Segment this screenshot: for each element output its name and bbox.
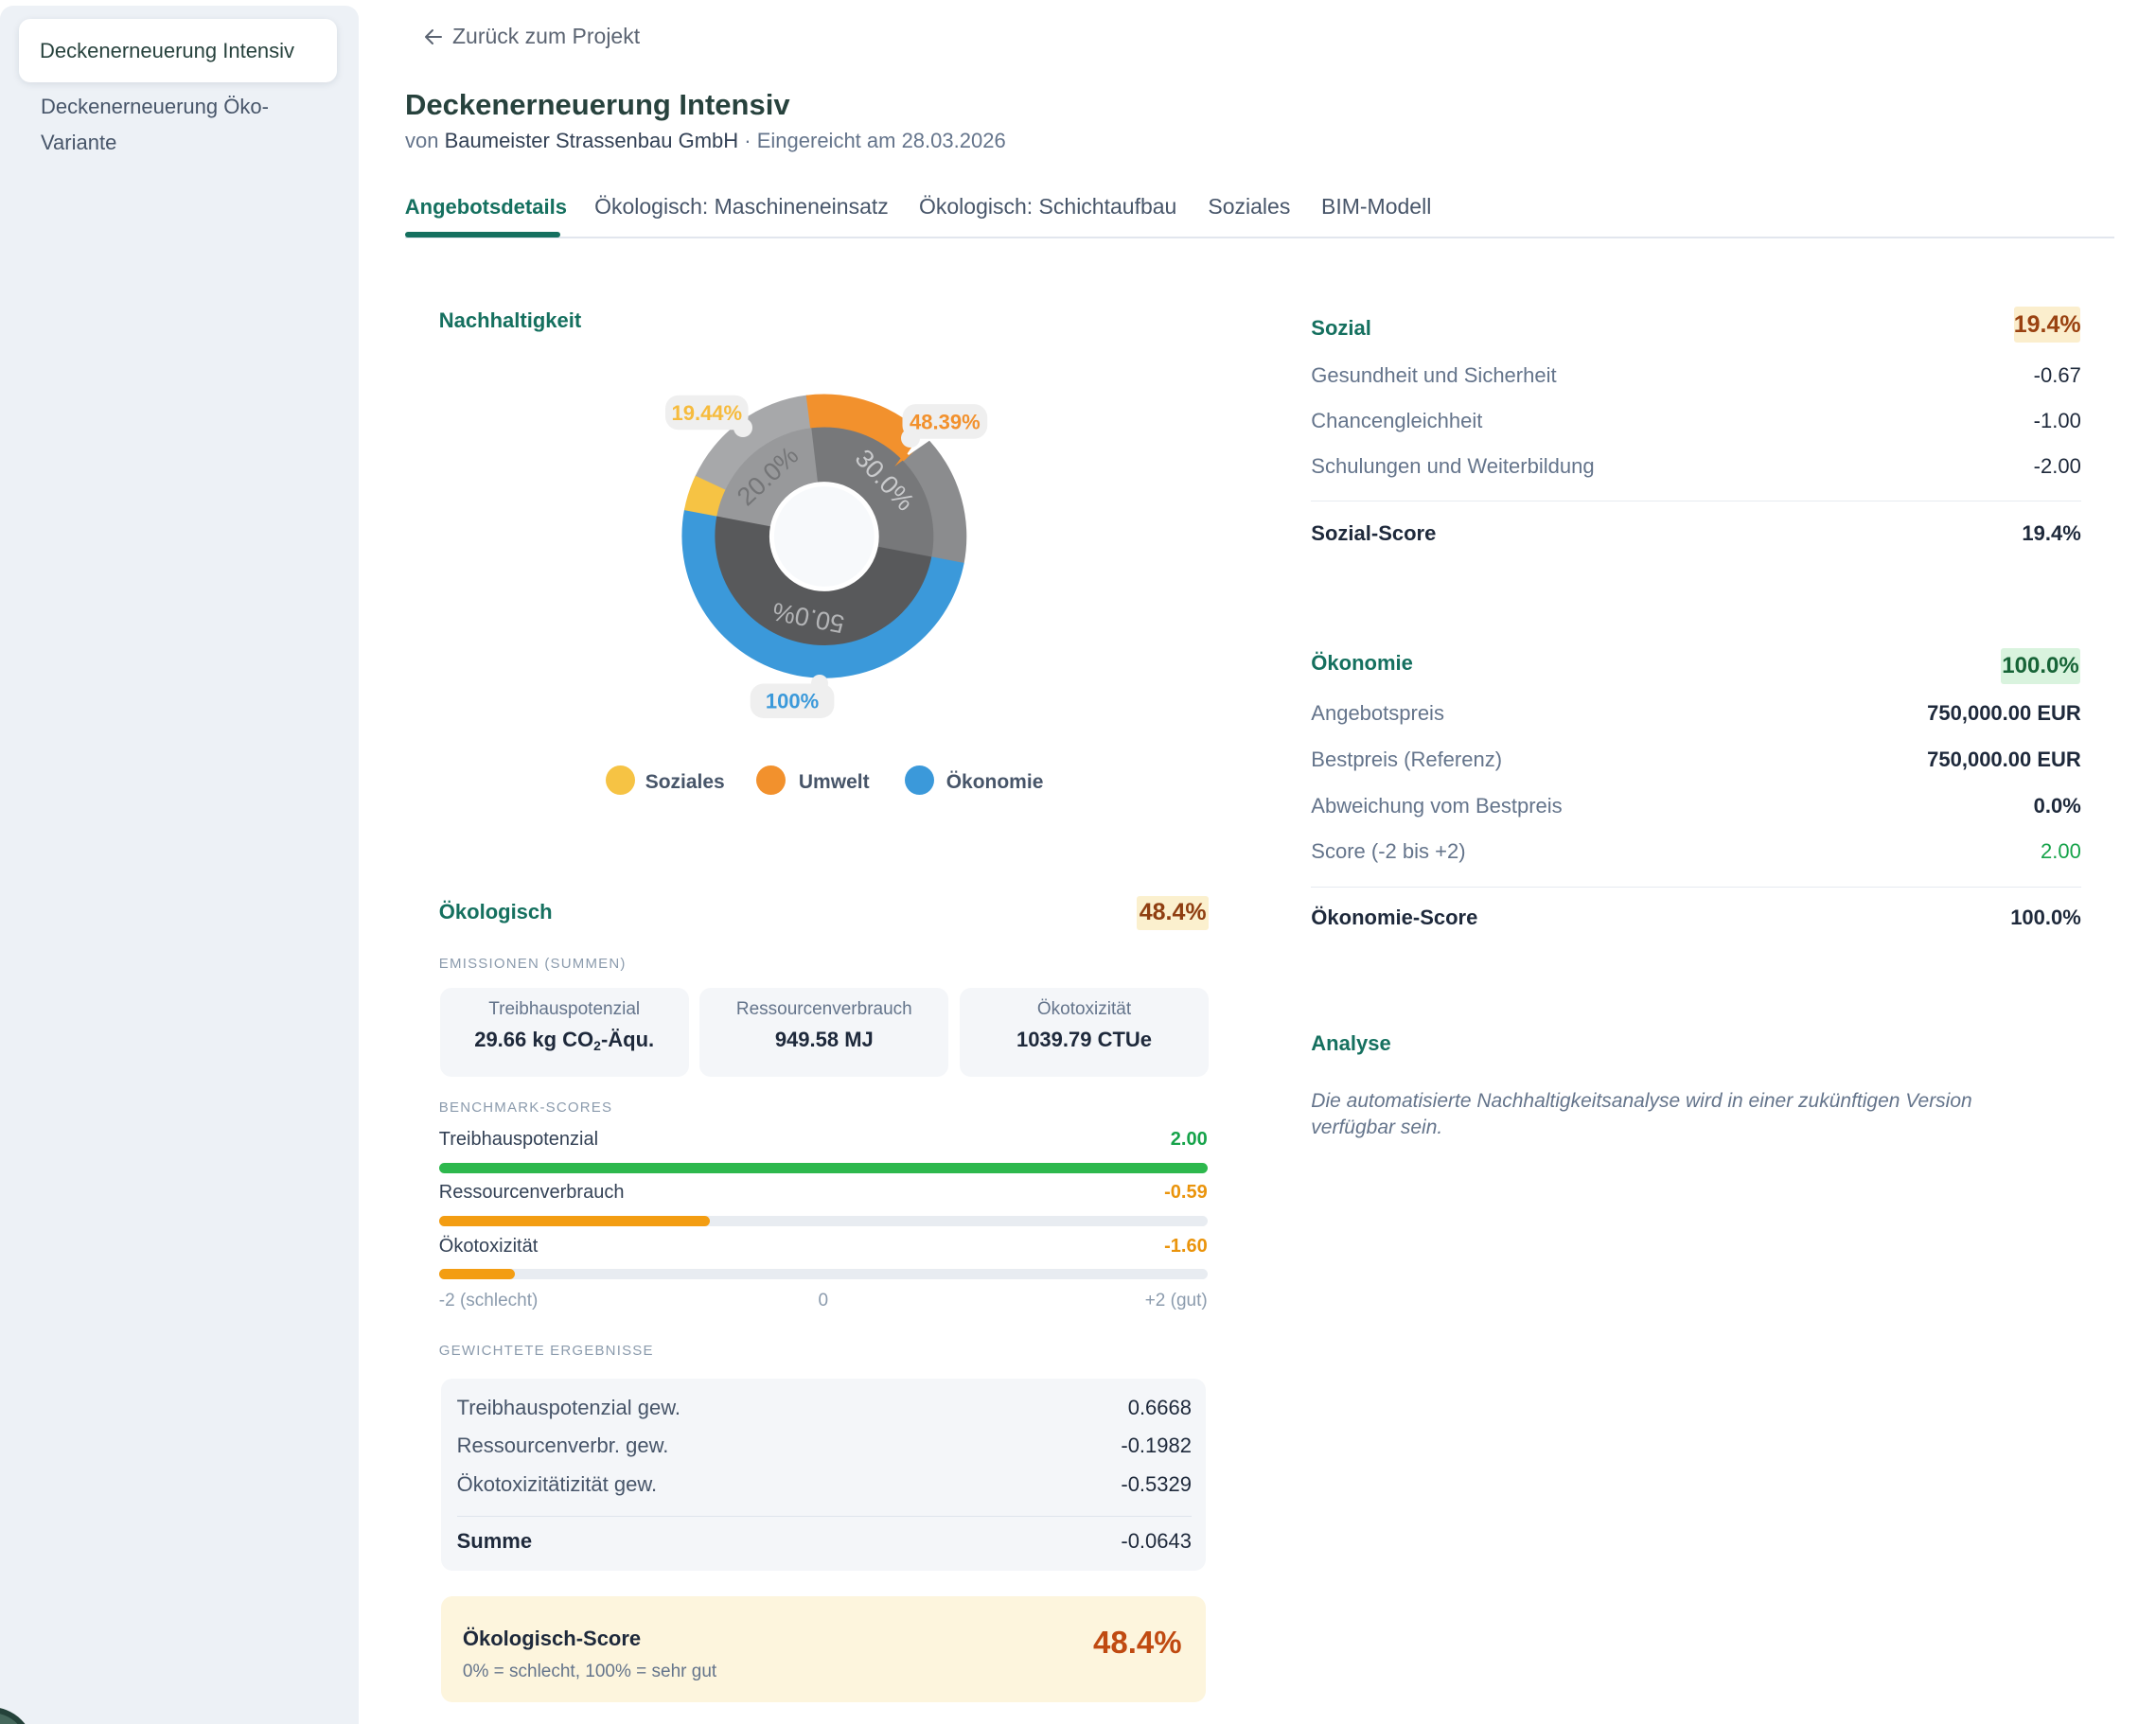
svg-text:100%: 100% xyxy=(766,690,819,713)
svg-text:48.39%: 48.39% xyxy=(910,410,981,433)
svg-text:19.44%: 19.44% xyxy=(671,401,742,425)
